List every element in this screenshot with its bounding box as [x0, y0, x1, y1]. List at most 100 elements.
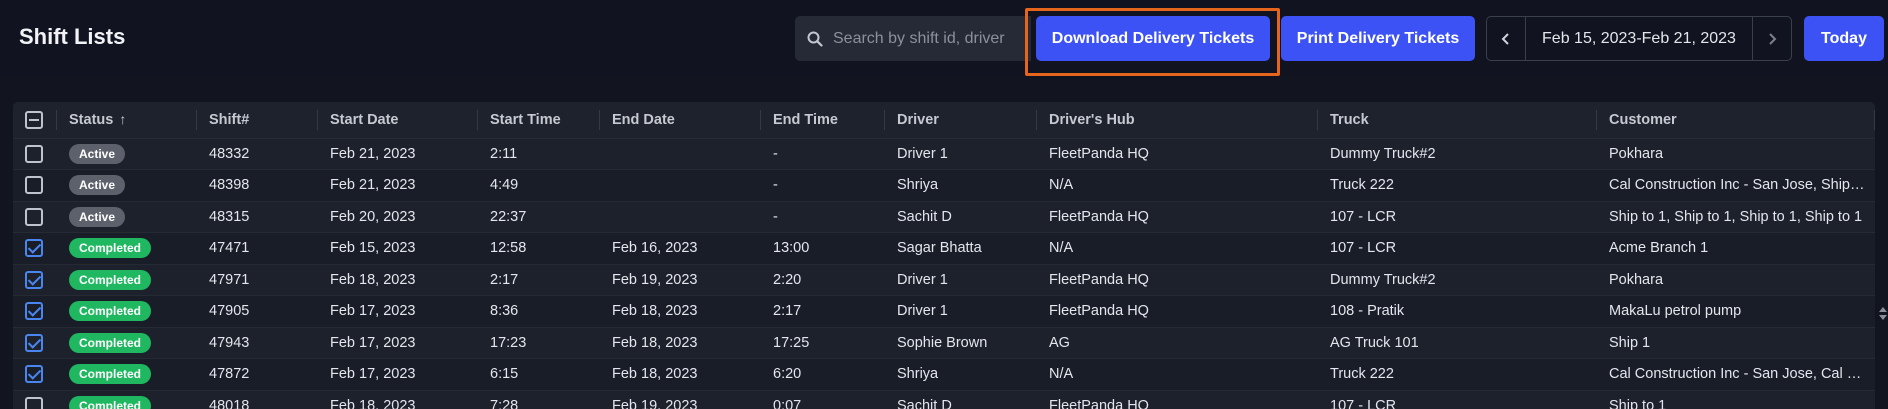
sort-ascending-icon[interactable]: ↑ — [119, 111, 126, 127]
row-checkbox[interactable] — [25, 333, 43, 352]
column-header-end-date[interactable]: End Date — [600, 102, 761, 138]
cell-status: Completed — [57, 263, 197, 296]
column-header-start-date[interactable]: Start Date — [318, 102, 478, 138]
download-delivery-tickets-button[interactable]: Download Delivery Tickets — [1036, 16, 1270, 61]
table-row[interactable]: Completed 47943 Feb 17, 2023 17:23 Feb 18, 2… — [13, 326, 1875, 359]
cell-start-time: 8:36 — [478, 295, 600, 327]
cell-end-time: - — [761, 169, 885, 201]
status-badge: Active — [69, 143, 126, 164]
cell-shift: 47471 — [197, 232, 318, 264]
cell-end-time: 17:25 — [761, 326, 885, 359]
cell-truck: 107 - LCR — [1318, 232, 1597, 264]
cell-driver: Driver 1 — [885, 137, 1037, 170]
status-badge: Active — [69, 206, 126, 227]
date-range-value[interactable]: Feb 15, 2023-Feb 21, 2023 — [1526, 17, 1752, 60]
row-checkbox[interactable] — [25, 144, 43, 163]
cell-customer: Cal Construction Inc - San Jose, Cal C..… — [1597, 358, 1875, 390]
cell-customer: Pokhara — [1597, 137, 1875, 170]
row-select-cell[interactable] — [13, 295, 57, 327]
table-row[interactable]: Active 48315 Feb 20, 2023 22:37 - Sachit D Fle… — [13, 200, 1875, 233]
cell-drivers-hub: N/A — [1037, 169, 1318, 201]
cell-shift: 48332 — [197, 137, 318, 170]
cell-end-date: Feb 19, 2023 — [600, 389, 761, 409]
row-select-cell[interactable] — [13, 137, 57, 170]
row-select-cell[interactable] — [13, 263, 57, 296]
cell-end-date — [600, 200, 761, 233]
cell-truck: AG Truck 101 — [1318, 326, 1597, 359]
table-row[interactable]: Active 48398 Feb 21, 2023 4:49 - Shriya N/A Tru… — [13, 169, 1875, 201]
cell-start-date: Feb 21, 2023 — [318, 169, 478, 201]
chevron-left-icon[interactable] — [1487, 17, 1526, 60]
cell-drivers-hub: FleetPanda HQ — [1037, 295, 1318, 327]
cell-shift: 47943 — [197, 326, 318, 359]
row-checkbox[interactable] — [25, 207, 43, 226]
cell-start-time: 17:23 — [478, 326, 600, 359]
row-select-cell[interactable] — [13, 200, 57, 233]
column-header-end-time[interactable]: End Time — [761, 102, 885, 138]
table-row[interactable]: Completed 48018 Feb 18, 2023 7:28 Feb 19, 20… — [13, 389, 1875, 409]
cell-start-date: Feb 17, 2023 — [318, 295, 478, 327]
row-checkbox[interactable] — [25, 176, 43, 195]
chevron-right-icon[interactable] — [1752, 17, 1791, 60]
cell-driver: Shriya — [885, 169, 1037, 201]
search-input[interactable] — [833, 29, 1023, 48]
status-badge: Completed — [69, 301, 152, 322]
status-badge: Completed — [69, 364, 152, 385]
cell-customer: Acme Branch 1 — [1597, 232, 1875, 264]
search-box[interactable] — [795, 16, 1031, 61]
cell-driver: Sagar Bhatta — [885, 232, 1037, 264]
row-checkbox[interactable] — [25, 365, 43, 384]
table-row[interactable]: Completed 47971 Feb 18, 2023 2:17 Feb 19, 20… — [13, 263, 1875, 296]
row-checkbox[interactable] — [25, 270, 43, 289]
cell-start-date: Feb 20, 2023 — [318, 200, 478, 233]
cell-end-time: - — [761, 137, 885, 170]
cell-drivers-hub: AG — [1037, 326, 1318, 359]
cell-driver: Driver 1 — [885, 295, 1037, 327]
column-header-truck[interactable]: Truck — [1318, 102, 1597, 138]
cell-end-time: 0:07 — [761, 389, 885, 409]
cell-drivers-hub: FleetPanda HQ — [1037, 389, 1318, 409]
row-select-cell[interactable] — [13, 169, 57, 201]
cell-start-time: 12:58 — [478, 232, 600, 264]
date-range-picker: Feb 15, 2023-Feb 21, 2023 — [1486, 16, 1792, 61]
row-select-cell[interactable] — [13, 358, 57, 390]
cell-end-time: 6:20 — [761, 358, 885, 390]
today-button[interactable]: Today — [1804, 16, 1884, 61]
cell-status: Completed — [57, 232, 197, 264]
row-select-cell[interactable] — [13, 389, 57, 409]
cell-end-time: - — [761, 200, 885, 233]
column-header-driver[interactable]: Driver — [885, 102, 1037, 138]
column-header-start-time[interactable]: Start Time — [478, 102, 600, 138]
print-delivery-tickets-button[interactable]: Print Delivery Tickets — [1281, 16, 1475, 61]
column-header-customer[interactable]: Customer — [1597, 102, 1875, 138]
scrollbar-handle[interactable] — [1877, 300, 1888, 326]
row-checkbox[interactable] — [25, 397, 43, 409]
cell-shift: 48315 — [197, 200, 318, 233]
cell-end-date: Feb 18, 2023 — [600, 358, 761, 390]
row-select-cell[interactable] — [13, 326, 57, 359]
cell-start-date: Feb 21, 2023 — [318, 137, 478, 170]
cell-start-time: 2:11 — [478, 137, 600, 170]
cell-start-time: 22:37 — [478, 200, 600, 233]
column-header-drivers-hub[interactable]: Driver's Hub — [1037, 102, 1318, 138]
cell-shift: 48018 — [197, 389, 318, 409]
row-checkbox[interactable] — [25, 302, 43, 321]
select-all-checkbox[interactable] — [25, 110, 43, 129]
cell-start-date: Feb 15, 2023 — [318, 232, 478, 264]
cell-end-time: 2:17 — [761, 295, 885, 327]
table-row[interactable]: Completed 47905 Feb 17, 2023 8:36 Feb 18, 20… — [13, 295, 1875, 327]
row-checkbox[interactable] — [25, 239, 43, 258]
row-select-cell[interactable] — [13, 232, 57, 264]
status-badge: Completed — [69, 238, 152, 259]
cell-driver: Sachit D — [885, 200, 1037, 233]
table-row[interactable]: Active 48332 Feb 21, 2023 2:11 - Driver 1 Flee… — [13, 137, 1875, 170]
table-row[interactable]: Completed 47471 Feb 15, 2023 12:58 Feb 16, 2… — [13, 232, 1875, 264]
select-all-cell[interactable] — [13, 102, 57, 138]
table-row[interactable]: Completed 47872 Feb 17, 2023 6:15 Feb 18, 20… — [13, 358, 1875, 390]
column-header-status[interactable]: Status ↑ — [57, 102, 197, 138]
cell-status: Active — [57, 200, 197, 233]
cell-end-time: 13:00 — [761, 232, 885, 264]
cell-shift: 47971 — [197, 263, 318, 296]
cell-start-date: Feb 17, 2023 — [318, 358, 478, 390]
column-header-shift[interactable]: Shift# — [197, 102, 318, 138]
